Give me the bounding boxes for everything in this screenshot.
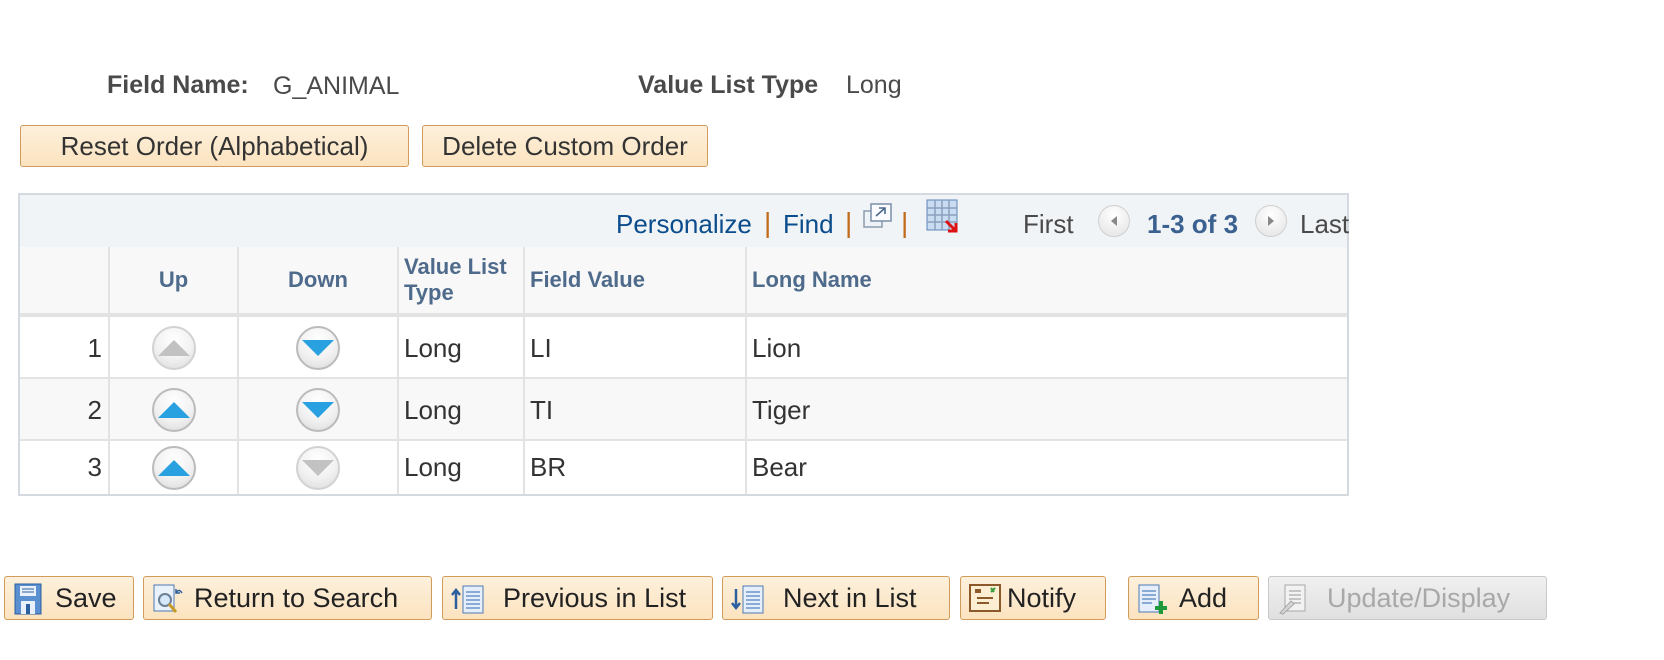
next-in-list-button[interactable]: Next in List xyxy=(722,576,950,620)
field-value-cell: TI xyxy=(523,379,745,441)
up-arrow-icon xyxy=(157,459,190,476)
long-name-header[interactable]: Long Name xyxy=(745,247,1347,313)
first-label: First xyxy=(1023,209,1074,239)
next-page-icon[interactable] xyxy=(1255,205,1287,237)
up-arrow-icon xyxy=(157,340,190,356)
save-button[interactable]: Save xyxy=(4,576,134,620)
value-list-type-cell: Long xyxy=(397,441,523,494)
add-icon xyxy=(1137,583,1167,614)
row-number: 1 xyxy=(87,332,102,363)
field-value-header[interactable]: Field Value xyxy=(523,247,745,313)
add-label: Add xyxy=(1179,582,1228,613)
grid-header-row: Up Down Value List Type Field Value Long… xyxy=(20,247,1347,317)
move-down-button[interactable] xyxy=(296,326,340,370)
value-list-type-label: Value List Type xyxy=(638,71,819,99)
update-display-icon xyxy=(1277,583,1307,615)
nav-separator: | xyxy=(764,207,772,238)
previous-in-list-icon xyxy=(451,583,484,614)
previous-in-list-label: Previous in List xyxy=(503,582,687,613)
return-to-search-button[interactable]: Return to Search xyxy=(143,576,432,620)
long-name-cell: Bear xyxy=(745,441,1347,494)
notify-button[interactable]: Notify xyxy=(960,576,1106,620)
field-value-cell: LI xyxy=(523,317,745,379)
move-down-button[interactable] xyxy=(296,388,340,432)
move-up-button[interactable] xyxy=(151,388,196,432)
field-name-value: G_ANIMAL xyxy=(273,72,400,100)
up-header[interactable]: Up xyxy=(108,247,237,313)
up-arrow-icon xyxy=(157,402,190,418)
download-grid-icon[interactable] xyxy=(926,199,962,235)
down-header[interactable]: Down xyxy=(237,247,397,313)
return-to-search-label: Return to Search xyxy=(194,582,399,613)
field-value-cell: BR xyxy=(523,441,745,494)
value-list-type-cell: Long xyxy=(397,379,523,441)
next-in-list-icon xyxy=(731,583,764,614)
value-list-type-value: Long xyxy=(846,71,902,99)
save-label: Save xyxy=(55,582,117,613)
move-up-button[interactable] xyxy=(151,445,196,490)
previous-in-list-button[interactable]: Previous in List xyxy=(442,576,713,620)
notify-icon xyxy=(969,583,1001,613)
update-display-label: Update/Display xyxy=(1327,582,1511,613)
table-row: 2 Long TI Tiger xyxy=(20,379,1347,441)
move-up-button-disabled xyxy=(151,326,196,370)
grid-navigation-bar: Personalize | Find | | First 1-3 of 3 La… xyxy=(20,195,1350,249)
long-name-cell: Lion xyxy=(745,317,1347,379)
update-display-button: Update/Display xyxy=(1268,576,1547,620)
down-arrow-icon xyxy=(302,459,334,476)
down-arrow-icon xyxy=(302,340,334,356)
personalize-link[interactable]: Personalize xyxy=(616,209,752,240)
nav-separator: | xyxy=(845,207,853,238)
view-all-icon[interactable] xyxy=(862,202,894,230)
long-name-cell: Tiger xyxy=(745,379,1347,441)
table-row: 3 Long BR Bear xyxy=(20,441,1347,494)
page-range: 1-3 of 3 xyxy=(1147,209,1239,239)
delete-custom-order-button[interactable]: Delete Custom Order xyxy=(422,125,708,167)
previous-page-icon[interactable] xyxy=(1098,205,1130,237)
value-order-grid: Personalize | Find | | First 1-3 of 3 La… xyxy=(18,193,1349,496)
find-link[interactable]: Find xyxy=(783,209,834,240)
value-list-type-header[interactable]: Value List Type xyxy=(397,247,523,313)
save-icon xyxy=(13,583,43,615)
row-number: 2 xyxy=(87,394,102,425)
down-arrow-icon xyxy=(302,402,334,418)
row-number-header xyxy=(20,247,108,313)
return-to-search-icon xyxy=(152,583,183,613)
value-list-type-cell: Long xyxy=(397,317,523,379)
notify-label: Notify xyxy=(1007,582,1077,613)
last-label: Last xyxy=(1300,209,1350,239)
add-button[interactable]: Add xyxy=(1128,576,1259,620)
row-number: 3 xyxy=(87,452,102,482)
reset-order-button[interactable]: Reset Order (Alphabetical) xyxy=(20,125,409,167)
next-in-list-label: Next in List xyxy=(783,582,917,613)
table-row: 1 Long LI Lion xyxy=(20,317,1347,379)
field-name-label: Field Name: xyxy=(107,71,249,99)
move-down-button-disabled xyxy=(296,445,340,490)
nav-separator: | xyxy=(901,207,909,238)
